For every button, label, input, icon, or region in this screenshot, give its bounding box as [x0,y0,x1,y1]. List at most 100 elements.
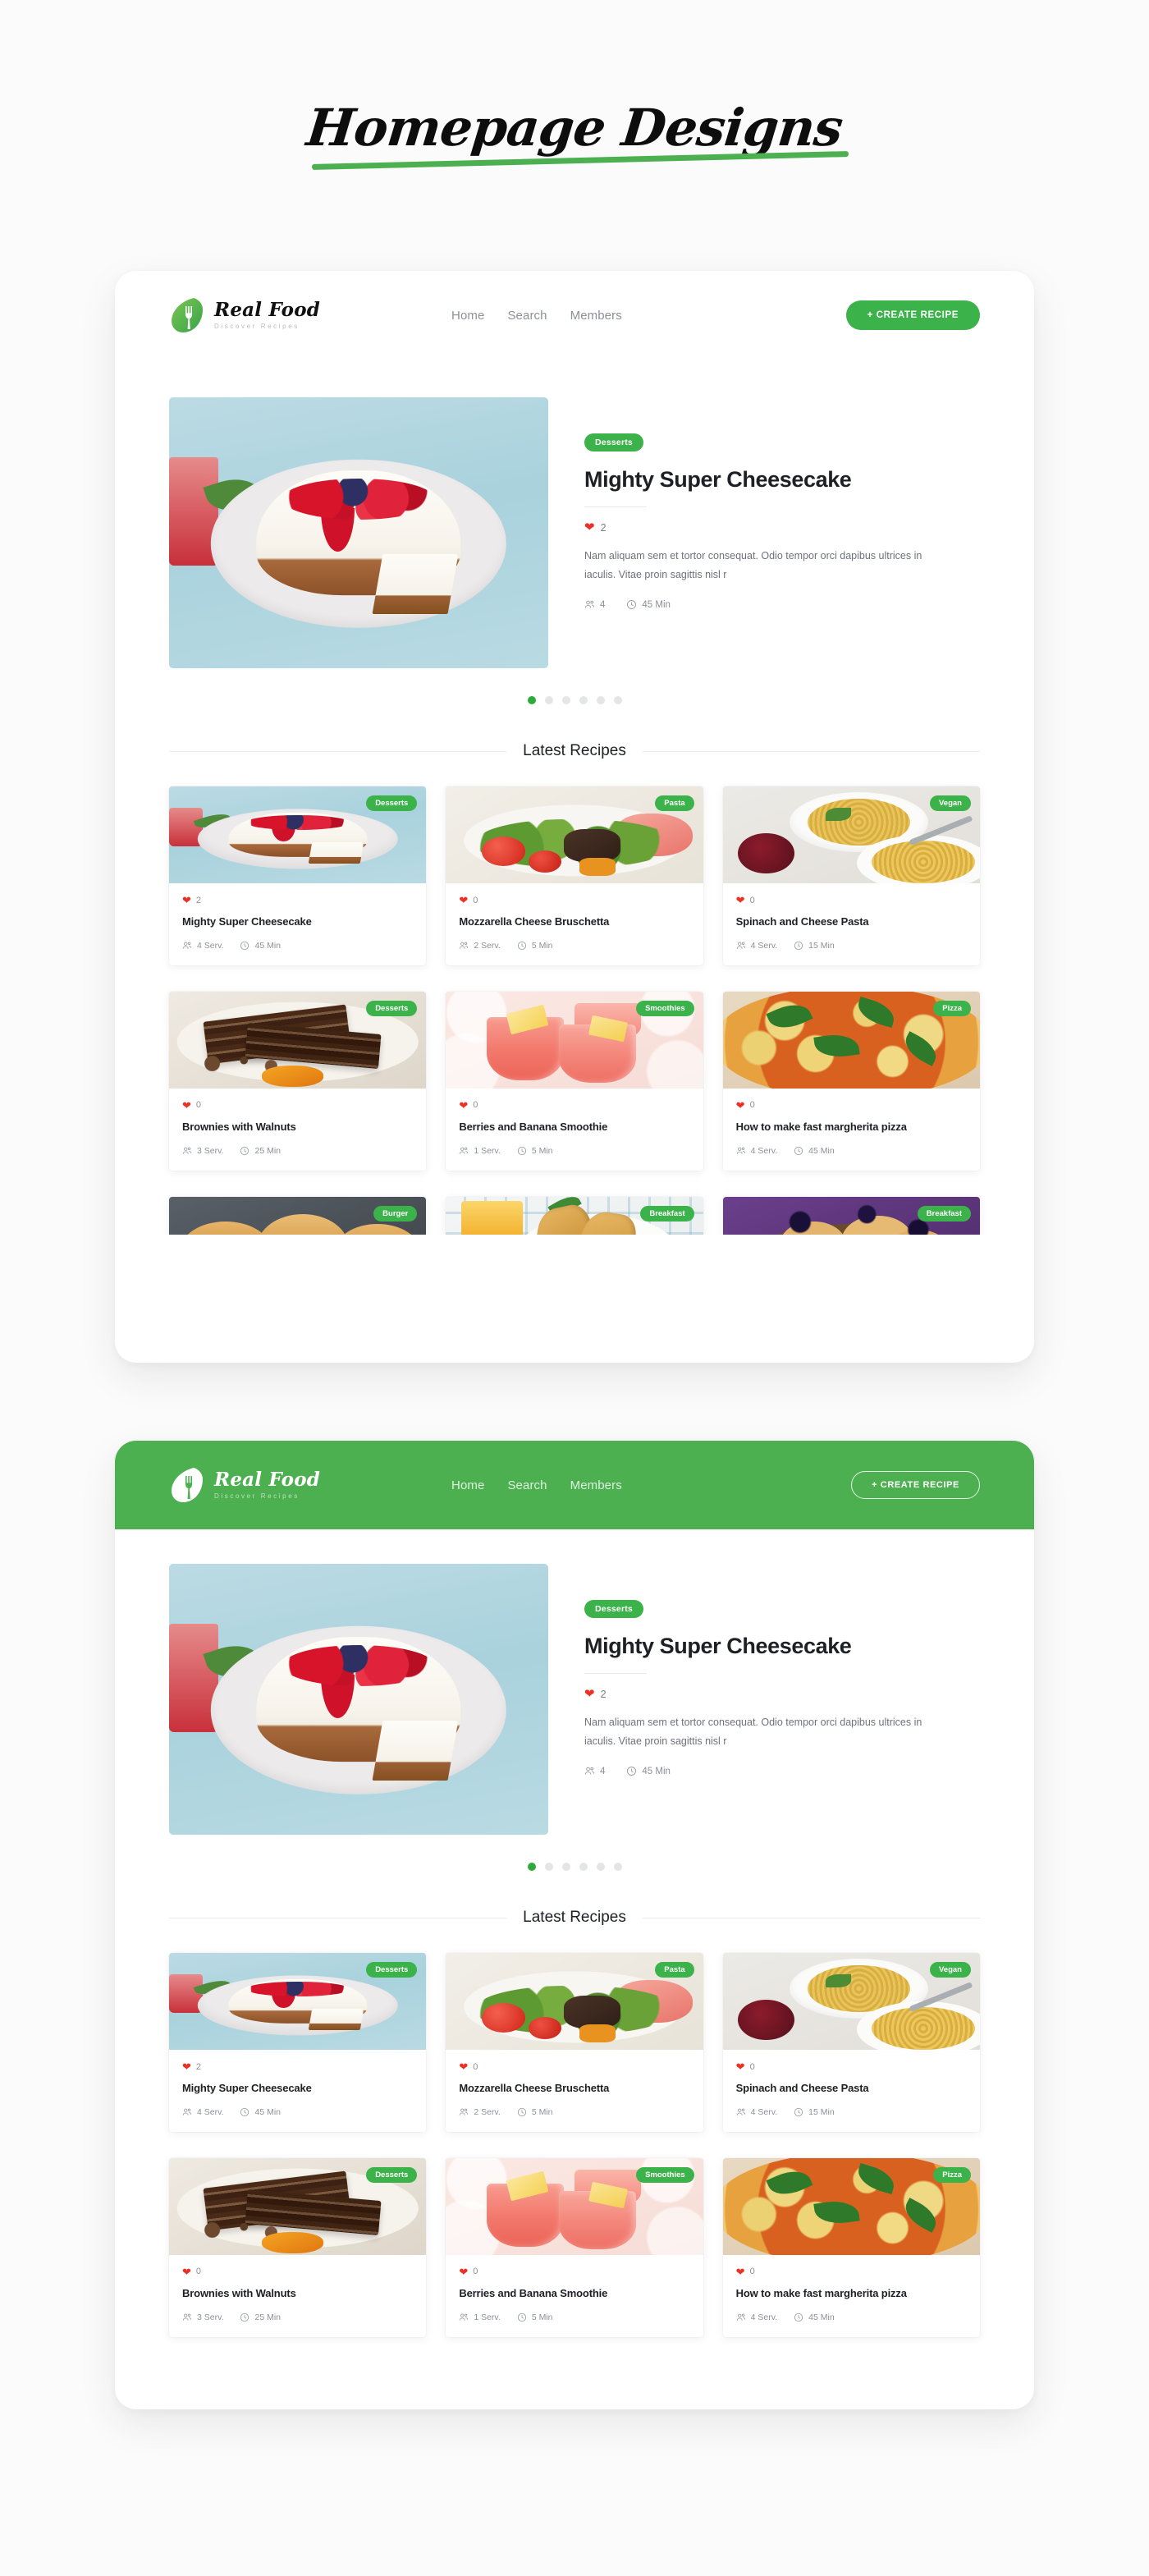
hero-divider-a [584,506,647,507]
nav-item-members[interactable]: Members [570,1478,622,1492]
recipe-card-likes[interactable]: ❤ 0 [459,1100,689,1111]
recipe-card[interactable]: Vegan ❤ 0 Spinach and Cheese Pasta 4 Ser… [722,1953,980,2132]
recipe-card[interactable]: Pizza ❤ 0 How to make fast margherita pi… [722,2157,980,2337]
hero-carousel-dots-a [115,696,1034,704]
hero-likes-a[interactable]: ❤ 2 [584,521,980,534]
recipe-card-likes[interactable]: ❤ 0 [736,1100,967,1111]
main-nav-b: Home Search Members [451,1478,622,1492]
recipe-card-badge[interactable]: Breakfast [917,1205,971,1222]
recipe-card-image: Pizza [722,991,980,1089]
recipe-card-likes[interactable]: ❤ 0 [736,2061,967,2072]
recipe-card-likes[interactable]: ❤ 0 [736,895,967,905]
recipe-card-time-value: 5 Min [531,940,553,951]
recipe-card-badge[interactable]: Smoothies [636,2166,694,2183]
recipe-card-badge[interactable]: Vegan [930,795,971,811]
recipe-card[interactable]: Desserts ❤ 2 Mighty Super Cheesecake 4 S… [169,786,427,965]
brand-logo-b[interactable]: Real Food Discover Recipes [169,1466,320,1504]
carousel-dot-1[interactable] [527,1863,536,1871]
clock-icon [240,941,249,950]
hero-likes-b[interactable]: ❤ 2 [584,1688,980,1700]
people-icon [736,1147,745,1154]
recipe-grid-row3-a-clipped: Burger Breakfast Breakfast [115,1171,1034,1235]
carousel-dot-4[interactable] [579,1863,588,1871]
hero-category-badge-a[interactable]: Desserts [584,433,643,451]
clock-icon [794,941,803,950]
recipe-card-badge[interactable]: Desserts [366,795,418,811]
recipe-card-likes-count: 0 [473,895,478,905]
recipe-card-badge[interactable]: Burger [373,1205,418,1222]
create-recipe-button-b[interactable]: + CREATE RECIPE [851,1471,980,1499]
clock-icon [794,2312,803,2322]
recipe-card-likes[interactable]: ❤ 0 [736,2267,967,2277]
recipe-card-badge[interactable]: Desserts [366,1000,418,1016]
recipe-card-time: 45 Min [240,2107,281,2117]
recipe-card[interactable]: Desserts ❤ 2 Mighty Super Cheesecake 4 S… [169,1953,427,2132]
carousel-dot-5[interactable] [596,1863,605,1871]
clock-icon [627,1767,637,1776]
hero-time-a: 45 Min [626,599,671,610]
recipe-card-image: Smoothies [446,991,703,1089]
recipe-card-badge[interactable]: Pizza [933,2166,971,2183]
recipe-card-likes[interactable]: ❤ 0 [182,1100,413,1111]
nav-item-members[interactable]: Members [570,309,622,323]
recipe-card-badge[interactable]: Desserts [366,1962,418,1978]
heart-icon: ❤ [459,894,469,906]
carousel-dot-4[interactable] [579,696,588,704]
recipe-card[interactable]: Desserts ❤ 0 Brownies with Walnuts 3 Ser… [169,991,427,1171]
recipe-card-title: Berries and Banana Smoothie [459,1120,608,1133]
nav-item-search[interactable]: Search [507,309,547,323]
recipe-card-likes[interactable]: ❤ 2 [182,2061,413,2072]
recipe-card-servings-value: 4 Serv. [750,2106,778,2117]
recipe-card[interactable]: Pasta ❤ 0 Mozzarella Cheese Bruschetta 2… [446,786,703,965]
brand-logo-a[interactable]: Real Food Discover Recipes [169,296,320,334]
recipe-card-likes[interactable]: ❤ 0 [182,2267,413,2277]
carousel-dot-2[interactable] [544,1863,553,1871]
recipe-card[interactable]: Breakfast [722,1196,980,1235]
nav-item-home[interactable]: Home [451,309,484,323]
recipe-card-badge[interactable]: Pasta [655,1962,694,1978]
recipe-card[interactable]: Pizza ❤ 0 How to make fast margherita pi… [722,991,980,1171]
hero-title-a: Mighty Super Cheesecake [584,467,852,492]
recipe-card-badge[interactable]: Vegan [930,1962,971,1978]
recipe-card-likes[interactable]: ❤ 0 [459,2267,689,2277]
recipe-card-badge[interactable]: Pizza [933,1000,971,1016]
hero-image-cheesecake-a[interactable] [169,397,548,668]
recipe-card-likes[interactable]: ❤ 0 [459,895,689,905]
nav-item-search[interactable]: Search [507,1478,547,1492]
recipe-card-likes[interactable]: ❤ 0 [459,2061,689,2072]
carousel-dot-2[interactable] [544,696,553,704]
carousel-dot-3[interactable] [561,1863,570,1871]
nav-item-home[interactable]: Home [451,1478,484,1492]
recipe-card-title: How to make fast margherita pizza [735,2286,907,2299]
carousel-dot-5[interactable] [596,696,605,704]
recipe-card-likes[interactable]: ❤ 2 [182,895,413,905]
recipe-card[interactable]: Burger [169,1196,427,1235]
carousel-dot-3[interactable] [561,696,570,704]
recipe-card-likes-count: 2 [195,2061,202,2072]
heading-rule-right [642,750,980,752]
recipe-card[interactable]: Pasta ❤ 0 Mozzarella Cheese Bruschetta 2… [446,1953,703,2132]
recipe-card[interactable]: Smoothies ❤ 0 Berries and Banana Smoothi… [446,2157,703,2337]
recipe-card[interactable]: Desserts ❤ 0 Brownies with Walnuts 3 Ser… [169,2157,427,2337]
recipe-card[interactable]: Smoothies ❤ 0 Berries and Banana Smoothi… [446,991,703,1171]
recipe-card-badge[interactable]: Breakfast [640,1205,694,1222]
brand-tagline: Discover Recipes [214,1492,300,1501]
recipe-card-time: 25 Min [240,1146,281,1156]
recipe-card-servings-value: 3 Serv. [197,2312,224,2322]
create-recipe-button-a[interactable]: + CREATE RECIPE [845,300,980,330]
recipe-card-meta: 1 Serv. 5 Min [459,1146,689,1156]
heart-icon: ❤ [182,1098,191,1112]
recipe-card-meta: 1 Serv. 5 Min [459,2312,689,2322]
hero-image-cheesecake-b[interactable] [169,1564,548,1835]
recipe-card-badge[interactable]: Pasta [655,795,694,811]
carousel-dot-1[interactable] [527,696,536,704]
recipe-card[interactable]: Vegan ❤ 0 Spinach and Cheese Pasta 4 Ser… [722,786,980,965]
carousel-dot-6[interactable] [613,696,622,704]
brand-name: Real Food [214,1468,321,1491]
hero-category-badge-b[interactable]: Desserts [584,1600,643,1618]
recipe-card-badge[interactable]: Desserts [366,2166,418,2183]
recipe-card-badge[interactable]: Smoothies [636,1000,694,1016]
hero-time-value-b: 45 Min [642,1766,671,1776]
carousel-dot-6[interactable] [613,1863,622,1871]
recipe-card[interactable]: Breakfast [446,1196,703,1235]
